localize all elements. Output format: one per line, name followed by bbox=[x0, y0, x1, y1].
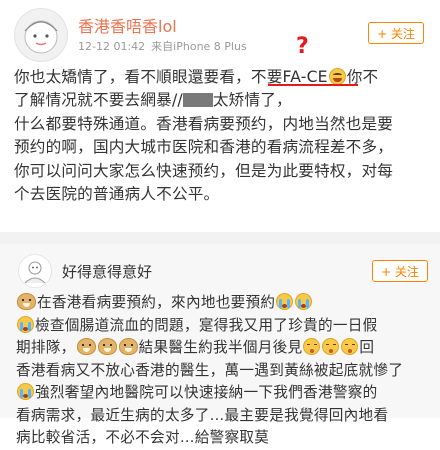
annotation-question-mark: ? bbox=[296, 34, 309, 59]
repost-line: 病比較省活，不必不会对…給警察取莫 bbox=[16, 429, 270, 446]
repost-line: 檢查個腸道流血的問題，寔得我又用了珍貴的一日假 bbox=[16, 315, 428, 338]
weibo-post: 香港香唔香lol 12-12 01:42 来自iPhone 8 Plus ? + … bbox=[0, 0, 440, 232]
repost-line: 看病需求，最近生病的太多了…最主要是我覺得回內地看 bbox=[16, 406, 389, 424]
post-line: 个去医院的普通病人不公平。 bbox=[14, 185, 220, 204]
post-meta: 12-12 01:42 来自iPhone 8 Plus bbox=[78, 38, 247, 54]
repost-line: 期排隊， 結果醫生約我半個月後見回 bbox=[16, 338, 375, 356]
repost-line: 香港看病又不放心香港的醫生，萬一遇到黃絲被起底就慘了 bbox=[16, 361, 404, 379]
shy-emoji-icon bbox=[303, 338, 321, 355]
repost-line: 強烈奢望內地醫院可以快速接納一下我們香港警察的 bbox=[16, 382, 428, 405]
post-username[interactable]: 香港香唔香lol bbox=[78, 13, 177, 37]
cry-emoji-icon bbox=[295, 293, 313, 310]
post-line: 你也太矯情了，看不順眼還要看，不要FA-CE 你不 bbox=[14, 68, 379, 86]
cry-emoji-icon bbox=[17, 383, 34, 400]
post-line: 什么都要特殊通道。香港看病要预约，内地当然也是要 bbox=[14, 114, 394, 133]
post-line: 你可以问问大家怎么快速预约，但是为此要特权，对每 bbox=[14, 161, 394, 180]
repost-avatar[interactable] bbox=[18, 254, 52, 288]
avatar-illustration-icon bbox=[24, 20, 58, 54]
avatar[interactable] bbox=[14, 8, 68, 62]
doge-emoji-icon bbox=[97, 338, 117, 355]
post-line: 预约的啊，国内大城市医院和香港的看病流程差不多， bbox=[14, 138, 394, 157]
post-source[interactable]: 来自iPhone 8 Plus bbox=[151, 40, 247, 53]
repost-follow-button[interactable]: + 关注 bbox=[372, 260, 428, 282]
doge-emoji-icon bbox=[76, 338, 96, 355]
repost-card: 好得意得意好 + 关注 在香港看病要預約，來內地也要預約 檢查個腸道流血的問題，… bbox=[0, 244, 440, 446]
red-underline-annotation bbox=[268, 84, 358, 86]
follow-button[interactable]: + 关注 bbox=[368, 22, 424, 44]
repost-username[interactable]: 好得意得意好 bbox=[62, 261, 152, 282]
laugh-emoji-icon bbox=[328, 68, 346, 85]
section-divider bbox=[0, 232, 440, 244]
doge-emoji-icon bbox=[118, 338, 138, 355]
cry-emoji-icon bbox=[276, 293, 294, 310]
post-body: 你也太矯情了，看不順眼還要看，不要FA-CE 你不 了解情况就不要去網暴//太矫情… bbox=[14, 66, 430, 206]
shy-emoji-icon bbox=[322, 338, 340, 355]
avatar-illustration-icon bbox=[24, 261, 46, 284]
post-line: 了解情况就不要去網暴//太矫情了， bbox=[14, 91, 292, 110]
doge-emoji-icon bbox=[17, 293, 36, 310]
post-time: 12-12 01:42 bbox=[78, 40, 146, 53]
shy-emoji-icon bbox=[341, 338, 359, 355]
repost-body: 在香港看病要預約，來內地也要預約 檢查個腸道流血的問題，寔得我又用了珍貴的一日假… bbox=[16, 292, 428, 450]
redacted-mark bbox=[182, 93, 213, 108]
repost-line: 在香港看病要預約，來內地也要預約 bbox=[16, 292, 428, 315]
cry-emoji-icon bbox=[17, 315, 34, 333]
